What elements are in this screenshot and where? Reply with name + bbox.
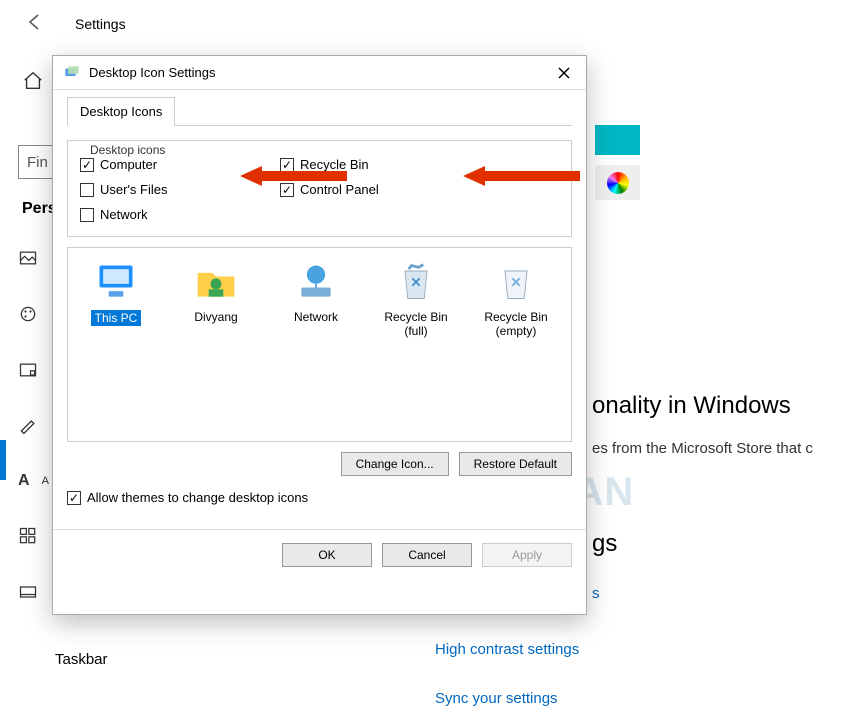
checkbox-icon	[67, 491, 81, 505]
icon-action-buttons: Change Icon... Restore Default	[67, 452, 572, 476]
checkbox-icon	[80, 183, 94, 197]
icon-caption: Recycle Bin (empty)	[476, 310, 556, 338]
desktop-icon-settings-dialog: Desktop Icon Settings Desktop Icons Desk…	[52, 55, 587, 615]
tab-desktop-icons[interactable]: Desktop Icons	[67, 97, 175, 126]
checkbox-icon	[80, 208, 94, 222]
restore-default-button[interactable]: Restore Default	[459, 452, 572, 476]
recycle-bin-full-icon	[394, 260, 438, 304]
dialog-title: Desktop Icon Settings	[89, 65, 542, 80]
sidebar-item-background[interactable]	[18, 248, 49, 268]
heading-personality: onality in Windows	[592, 392, 791, 420]
sidebar-item-start[interactable]	[18, 526, 49, 546]
heading-related: gs	[592, 530, 617, 558]
tab-strip: Desktop Icons	[67, 96, 572, 126]
sidebar-item-taskbar[interactable]	[18, 582, 49, 602]
annotation-arrow-control-panel	[463, 166, 580, 186]
link-partial[interactable]: s	[592, 585, 600, 602]
sidebar-item-taskbar-label[interactable]: Taskbar	[55, 651, 108, 668]
icon-item-network[interactable]: Network	[276, 260, 356, 324]
dialog-titlebar: Desktop Icon Settings	[53, 56, 586, 90]
search-value: Fin	[27, 154, 48, 171]
theme-thumb-color[interactable]	[595, 125, 640, 155]
checkbox-label: Network	[100, 207, 148, 222]
checkbox-allow-themes[interactable]: Allow themes to change desktop icons	[67, 490, 572, 505]
sidebar-item-fonts[interactable]: AA	[18, 472, 49, 490]
close-button[interactable]	[542, 56, 586, 90]
computer-icon	[94, 260, 138, 304]
home-icon[interactable]	[22, 70, 44, 92]
checkbox-network[interactable]: Network	[80, 207, 280, 222]
checkbox-label: User's Files	[100, 182, 168, 197]
icon-caption: Network	[294, 310, 338, 324]
checkbox-icon	[80, 158, 94, 172]
subtext-store: es from the Microsoft Store that c	[592, 440, 813, 457]
desktop-icons-group: Desktop icons Computer Recycle Bin User'…	[67, 140, 572, 237]
cancel-button[interactable]: Cancel	[382, 543, 472, 567]
ok-button[interactable]: OK	[282, 543, 372, 567]
settings-title: Settings	[75, 16, 126, 32]
annotation-arrow-users-files	[240, 166, 347, 186]
group-label: Desktop icons	[86, 143, 169, 157]
dialog-icon	[63, 64, 81, 82]
icon-item-recycle-empty[interactable]: Recycle Bin (empty)	[476, 260, 556, 338]
apply-button: Apply	[482, 543, 572, 567]
network-icon	[294, 260, 338, 304]
icon-caption: Divyang	[194, 310, 237, 324]
active-indicator	[0, 440, 6, 480]
icon-item-this-pc[interactable]: This PC	[76, 260, 156, 326]
sidebar-item-themes[interactable]	[18, 416, 49, 436]
checkbox-label: Computer	[100, 157, 157, 172]
dialog-footer: OK Cancel Apply	[53, 529, 586, 579]
back-icon[interactable]	[25, 12, 45, 37]
icon-item-recycle-full[interactable]: Recycle Bin (full)	[376, 260, 456, 338]
sidebar-items: AA	[18, 248, 49, 602]
theme-thumb-wheel[interactable]	[595, 165, 640, 200]
link-high-contrast[interactable]: High contrast settings	[435, 641, 579, 658]
icon-preview-list[interactable]: This PC Divyang Network Recycle Bin (ful…	[67, 247, 572, 442]
settings-header: Settings	[0, 0, 851, 48]
icon-caption: Recycle Bin (full)	[376, 310, 456, 338]
icon-caption: This PC	[91, 310, 142, 326]
recycle-bin-empty-icon	[494, 260, 538, 304]
sidebar-item-colors[interactable]	[18, 304, 49, 324]
icon-item-user[interactable]: Divyang	[176, 260, 256, 324]
sidebar-item-lockscreen[interactable]	[18, 360, 49, 380]
color-wheel-icon	[607, 172, 629, 194]
checkbox-label: Allow themes to change desktop icons	[87, 490, 308, 505]
user-folder-icon	[194, 260, 238, 304]
link-sync-settings[interactable]: Sync your settings	[435, 690, 558, 707]
theme-thumbnails	[595, 125, 655, 205]
dialog-body: Desktop Icons Desktop icons Computer Rec…	[53, 90, 586, 505]
change-icon-button[interactable]: Change Icon...	[341, 452, 449, 476]
